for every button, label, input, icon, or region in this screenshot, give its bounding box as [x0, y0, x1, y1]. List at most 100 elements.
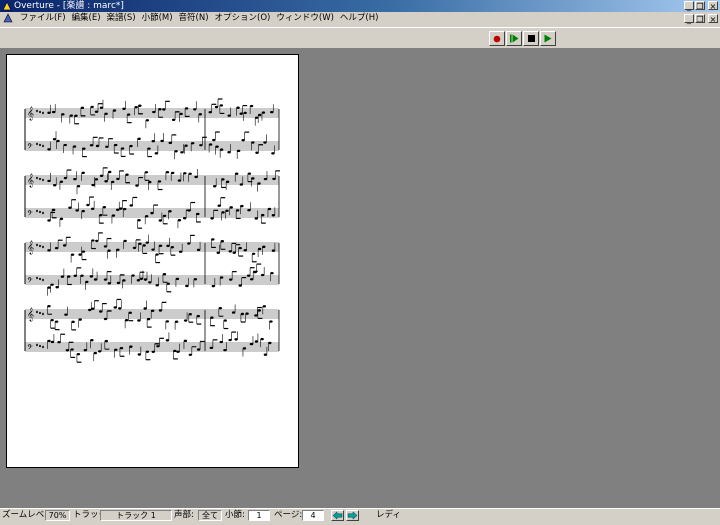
score-page[interactable]: 𝄞 𝄢 𝄞 𝄢 𝄞 𝄢 𝄞 𝄢 [6, 54, 299, 468]
note-head [86, 203, 90, 207]
flat-sign [36, 276, 38, 280]
note-head [219, 276, 224, 279]
note-head [174, 320, 179, 323]
note-head [70, 253, 75, 256]
note-head [62, 244, 67, 247]
note-head [166, 282, 170, 285]
note-head [165, 339, 170, 342]
treble-clef: 𝄞 [27, 173, 34, 187]
note-head [94, 178, 99, 181]
note-head [188, 353, 193, 356]
restore-button[interactable]: ❐ [695, 1, 705, 11]
status-bar: ズームレベル: 70% トラック: トラック 1 声部: 全て 小節: 1 ペー… [0, 508, 720, 523]
note-head [269, 320, 273, 323]
note-head [214, 105, 219, 109]
note-head [219, 148, 224, 151]
menu-options[interactable]: オプション(O) [212, 12, 274, 25]
note-head [138, 242, 142, 245]
note-head [116, 208, 120, 211]
bass-clef: 𝄢 [27, 343, 33, 354]
flat-sign [39, 177, 41, 181]
menu-measure[interactable]: 小節(M) [139, 12, 176, 25]
note-head [170, 245, 175, 249]
note-head [73, 177, 77, 181]
note-head [179, 112, 183, 116]
note-head [129, 345, 133, 348]
title-bar[interactable]: Overture - [楽譜 : marc*] _ ❐ × [0, 0, 720, 12]
note-head [134, 105, 138, 109]
page-field[interactable]: 4 [302, 510, 324, 521]
note-head [271, 152, 275, 155]
note-head [225, 209, 229, 212]
measure-label: 小節: [225, 510, 245, 520]
note-head [69, 114, 74, 117]
measure-field[interactable]: 1 [248, 510, 270, 521]
note-head [261, 111, 266, 114]
menu-note[interactable]: 音符(N) [176, 12, 212, 25]
stop-button[interactable] [523, 31, 539, 46]
menu-help[interactable]: ヘルプ(H) [337, 12, 382, 25]
note-head [162, 273, 167, 276]
note-head [53, 184, 57, 187]
menu-file[interactable]: ファイル(F) [17, 12, 69, 25]
note-head [183, 319, 188, 322]
doc-close-button[interactable]: × [708, 14, 718, 24]
play-button[interactable] [540, 31, 556, 46]
note-head [104, 339, 109, 343]
record-button[interactable] [489, 31, 505, 46]
note-head [261, 213, 265, 217]
note-head [174, 150, 178, 153]
note-head [223, 348, 227, 352]
note-head [254, 314, 258, 317]
next-page-button[interactable] [346, 510, 359, 521]
note-head [234, 338, 238, 341]
note-head [193, 278, 198, 281]
note-head [232, 251, 236, 254]
score-notation: 𝄞 𝄢 𝄞 𝄢 𝄞 𝄢 𝄞 𝄢 [24, 98, 280, 363]
previous-page-button[interactable] [331, 510, 344, 521]
bass-clef: 𝄢 [27, 209, 33, 220]
track-field[interactable]: トラック 1 [100, 510, 172, 521]
bass-clef: 𝄢 [27, 142, 33, 153]
flat-sign [42, 178, 44, 182]
zoom-level-field[interactable]: 70% [45, 510, 70, 521]
note-head [235, 172, 239, 175]
note-head [208, 111, 212, 114]
note-head [116, 177, 120, 181]
doc-restore-button[interactable]: ❐ [695, 14, 705, 24]
note-head [119, 347, 124, 350]
flat-sign [36, 109, 38, 113]
voice-label: 声部: [174, 510, 194, 520]
note-head [249, 278, 254, 281]
note-head [151, 350, 155, 353]
note-head [162, 108, 166, 111]
minimize-button[interactable]: _ [684, 1, 694, 11]
menu-window[interactable]: ウィンドウ(W) [273, 12, 337, 25]
note-head [218, 306, 223, 310]
note-head [132, 246, 137, 250]
menu-score[interactable]: 楽譜(S) [104, 12, 139, 25]
note-head [245, 312, 249, 315]
close-button[interactable]: × [708, 1, 718, 11]
note-head [165, 171, 170, 174]
note-head [183, 339, 188, 343]
note-head [168, 141, 172, 145]
note-head [59, 180, 64, 183]
note-head [108, 170, 112, 174]
note-head [223, 319, 227, 322]
flat-sign [42, 211, 44, 215]
menu-edit[interactable]: 編集(E) [69, 12, 104, 25]
note-head [52, 138, 57, 141]
doc-minimize-button[interactable]: _ [684, 14, 694, 24]
play-from-start-button[interactable] [506, 31, 522, 46]
note-head [122, 107, 126, 111]
note-head [152, 110, 156, 114]
note-head [175, 277, 180, 281]
note-head [91, 239, 95, 242]
note-head [74, 114, 78, 117]
voice-field[interactable]: 全て [198, 510, 222, 521]
note-head [146, 317, 151, 321]
note-head [122, 279, 126, 282]
document-icon[interactable] [3, 13, 13, 23]
note-head [158, 244, 163, 247]
